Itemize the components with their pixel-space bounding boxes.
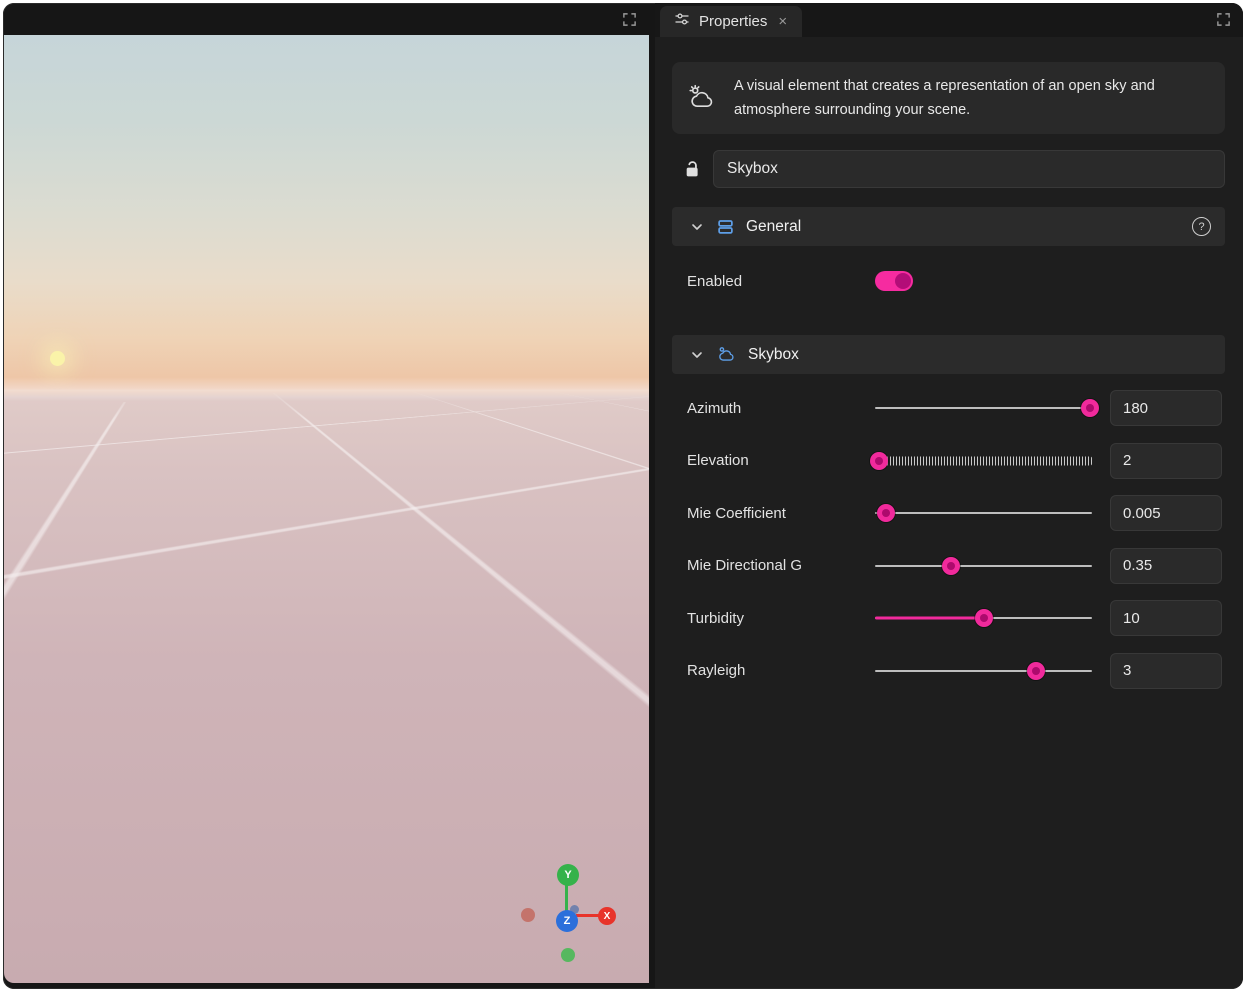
slider-row-azimuth: Azimuth [672,382,1225,435]
rayleigh-slider-handle[interactable] [1027,662,1045,680]
entity-name-row [672,150,1225,188]
enabled-toggle[interactable] [875,271,913,291]
turbidity-slider-handle[interactable] [975,609,993,627]
entity-name-input[interactable] [713,150,1225,188]
properties-panel: Properties × A visual element [655,3,1243,988]
mie-coefficient-slider[interactable] [875,503,1092,523]
section-general[interactable]: General ? [672,207,1225,246]
z-axis-ball[interactable]: Z [556,910,578,932]
tab-close-icon[interactable]: × [776,12,789,31]
slider-row-rayleigh: Rayleigh [672,645,1225,698]
turbidity-value-input[interactable] [1110,600,1222,636]
tab-properties[interactable]: Properties × [660,6,802,37]
rayleigh-label: Rayleigh [687,662,875,679]
neg-y-axis-ball[interactable] [561,948,575,962]
help-icon[interactable]: ? [1192,217,1211,236]
skybox-cloud-icon [687,84,717,112]
azimuth-value-input[interactable] [1110,390,1222,426]
mie-directional-g-value-input[interactable] [1110,548,1222,584]
skybox-cloud-icon [717,345,736,364]
elevation-slider[interactable] [875,451,1092,471]
section-general-label: General [746,218,801,236]
component-description: A visual element that creates a represen… [734,74,1209,122]
scene-viewport[interactable]: Y X Z [4,35,649,983]
enabled-row: Enabled [672,246,1225,316]
skybox-properties: Azimuth Elevation Mie Co [672,382,1225,697]
azimuth-label: Azimuth [687,400,875,417]
slider-row-elevation: Elevation [672,435,1225,488]
mie-coefficient-label: Mie Coefficient [687,505,875,522]
mie-coefficient-slider-handle[interactable] [877,504,895,522]
tab-properties-label: Properties [699,13,767,30]
elevation-slider-handle[interactable] [870,452,888,470]
slider-row-mie-directional-g: Mie Directional G [672,540,1225,593]
neg-x-axis-ball[interactable] [521,908,535,922]
viewport-expand-icon[interactable] [622,12,637,27]
section-skybox[interactable]: Skybox [672,335,1225,374]
x-axis-ball[interactable]: X [598,907,616,925]
turbidity-label: Turbidity [687,610,875,627]
mie-directional-g-slider[interactable] [875,556,1092,576]
unlock-icon[interactable] [683,160,713,179]
mie-coefficient-value-input[interactable] [1110,495,1222,531]
mie-directional-g-label: Mie Directional G [687,557,875,574]
sun [50,351,65,366]
slider-row-mie-coefficient: Mie Coefficient [672,487,1225,540]
panel-content: A visual element that creates a represen… [655,37,1243,988]
y-axis-ball[interactable]: Y [557,864,579,886]
component-description-card: A visual element that creates a represen… [672,62,1225,134]
app-window: Y X Z Properties × [3,3,1243,989]
enabled-label: Enabled [687,273,875,290]
azimuth-slider-handle[interactable] [1081,399,1099,417]
elevation-label: Elevation [687,452,875,469]
rayleigh-slider[interactable] [875,661,1092,681]
panel-expand-icon[interactable] [1216,12,1231,27]
ground-grid [4,390,649,983]
viewport-topbar [4,3,649,35]
elevation-value-input[interactable] [1110,443,1222,479]
turbidity-slider[interactable] [875,608,1092,628]
mie-directional-g-slider-handle[interactable] [942,557,960,575]
general-layout-icon [717,218,734,235]
sliders-icon [674,11,690,32]
chevron-down-icon[interactable] [690,220,704,234]
toggle-knob [895,273,911,289]
azimuth-slider[interactable] [875,398,1092,418]
rayleigh-value-input[interactable] [1110,653,1222,689]
section-skybox-label: Skybox [748,346,799,364]
panel-tabbar: Properties × [655,3,1243,37]
chevron-down-icon[interactable] [690,348,704,362]
slider-row-turbidity: Turbidity [672,592,1225,645]
